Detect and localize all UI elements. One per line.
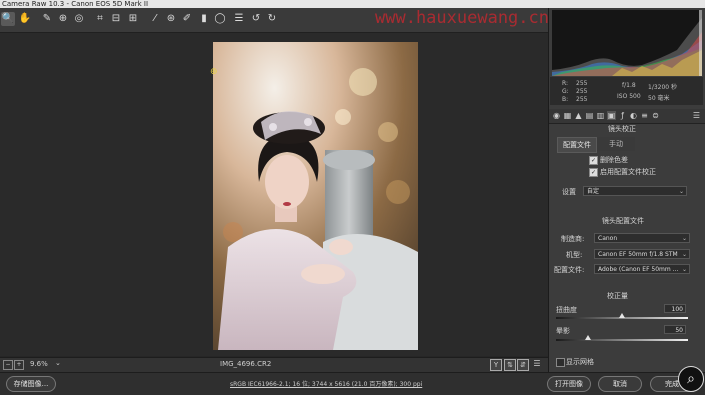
lens-profile-title: 镜头配置文件 bbox=[602, 217, 644, 225]
graduated-filter-icon[interactable]: ▮ bbox=[197, 12, 211, 26]
photo-preview[interactable] bbox=[213, 42, 418, 350]
split-toning-icon[interactable]: ▥ bbox=[596, 111, 605, 120]
copy-settings-icon[interactable]: ⇵ bbox=[517, 359, 529, 371]
vignette-slider-knob[interactable] bbox=[585, 335, 591, 340]
tone-curve-icon[interactable]: ▦ bbox=[563, 111, 572, 120]
effects-icon[interactable]: ƒ bbox=[618, 111, 627, 120]
histogram-info: R: 255 G: 255 B: 255 f/1.8 1/3200 秒 ISO … bbox=[550, 77, 703, 105]
rotate-right-icon[interactable]: ↻ bbox=[265, 12, 279, 26]
zoom-icon[interactable]: 🔍 bbox=[1, 12, 15, 26]
r-label: R: bbox=[562, 80, 569, 87]
model-value: Canon EF 50mm f/1.8 STM bbox=[598, 251, 678, 258]
enable-profile-label: 启用配置文件校正 bbox=[600, 168, 656, 176]
adjustment-brush-icon[interactable]: ✐ bbox=[180, 12, 194, 26]
crop-icon[interactable]: ⌗ bbox=[93, 12, 107, 26]
tab-profile[interactable]: 配置文件 bbox=[557, 137, 597, 153]
r-value: 255 bbox=[576, 80, 588, 87]
vignette-value[interactable]: 50 bbox=[664, 325, 686, 334]
calibration-icon[interactable]: ◐ bbox=[629, 111, 638, 120]
setup-select[interactable]: 自定 ⌄ bbox=[583, 186, 687, 196]
enable-profile-checkbox[interactable]: ✓ bbox=[589, 168, 598, 177]
make-value: Canon bbox=[598, 235, 618, 242]
g-label: G: bbox=[562, 88, 569, 95]
menu-icon[interactable]: ☰ bbox=[531, 359, 543, 369]
b-label: B: bbox=[562, 96, 569, 103]
aperture-value: f/1.8 bbox=[622, 82, 636, 89]
white-balance-icon[interactable]: ✎ bbox=[40, 12, 54, 26]
zoom-cursor-icon: ⊕ bbox=[210, 67, 218, 77]
window-title: Camera Raw 10.3 - Canon EOS 5D Mark II bbox=[0, 0, 705, 8]
status-bar: − + 9.6% ⌄ IMG_4696.CR2 Y ⇅ ⇵ ☰ bbox=[0, 357, 548, 372]
search-icon[interactable]: ⌕ bbox=[678, 366, 704, 392]
snapshots-icon[interactable]: ⊜ bbox=[651, 111, 660, 120]
lens-corrections-icon[interactable]: ▣ bbox=[607, 111, 616, 120]
iso-value: ISO 500 bbox=[617, 93, 641, 100]
distortion-slider-knob[interactable] bbox=[619, 313, 625, 318]
bottom-bar: 存储图像... sRGB IEC61966-2.1; 16 位; 3744 x … bbox=[0, 372, 705, 395]
vignette-label: 晕影 bbox=[556, 327, 570, 335]
panel-menu-icon[interactable]: ☰ bbox=[692, 111, 701, 120]
zoom-level[interactable]: 9.6% bbox=[30, 360, 48, 368]
g-value: 255 bbox=[576, 88, 588, 95]
focal-length-value: 50 毫米 bbox=[648, 95, 670, 102]
setup-value: 自定 bbox=[587, 188, 600, 195]
remove-ca-label: 删除色差 bbox=[600, 156, 628, 164]
hsl-icon[interactable]: ▤ bbox=[585, 111, 594, 120]
chevron-down-icon: ⌄ bbox=[678, 188, 684, 195]
rotate-left-icon[interactable]: ↺ bbox=[249, 12, 263, 26]
preferences-icon[interactable]: ☰ bbox=[232, 12, 246, 26]
file-name: IMG_4696.CR2 bbox=[220, 360, 272, 368]
model-select[interactable]: Canon EF 50mm f/1.8 STM ⌄ bbox=[594, 249, 690, 259]
remove-ca-checkbox[interactable]: ✓ bbox=[589, 156, 598, 165]
red-eye-icon[interactable]: ⊛ bbox=[164, 12, 178, 26]
show-grid-checkbox[interactable] bbox=[556, 358, 565, 367]
portrait-photo bbox=[213, 42, 418, 350]
presets-icon[interactable]: ≡ bbox=[640, 111, 649, 120]
panel-title: 镜头校正 bbox=[608, 125, 636, 133]
distortion-label: 扭曲度 bbox=[556, 306, 577, 314]
cancel-button[interactable]: 取消 bbox=[598, 376, 642, 392]
make-label: 制造商: bbox=[561, 235, 585, 243]
targeted-adjust-icon[interactable]: ◎ bbox=[72, 12, 86, 26]
chevron-down-icon: ⌄ bbox=[681, 266, 687, 273]
make-select[interactable]: Canon ⌄ bbox=[594, 233, 690, 243]
before-after-y-icon[interactable]: Y bbox=[490, 359, 502, 371]
correction-title: 校正量 bbox=[607, 292, 628, 300]
setup-label: 设置 bbox=[562, 188, 576, 196]
basic-panel-icon[interactable]: ◉ bbox=[552, 111, 561, 120]
b-value: 255 bbox=[576, 96, 588, 103]
histogram bbox=[552, 10, 702, 76]
straighten-icon[interactable]: ⊟ bbox=[109, 12, 123, 26]
histogram-graph bbox=[552, 10, 702, 76]
distortion-value[interactable]: 100 bbox=[664, 304, 686, 313]
color-sampler-icon[interactable]: ⊕ bbox=[56, 12, 70, 26]
open-image-button[interactable]: 打开图像 bbox=[547, 376, 591, 392]
chevron-down-icon: ⌄ bbox=[681, 235, 687, 242]
workflow-options-link[interactable]: sRGB IEC61966-2.1; 16 位; 3744 x 5616 (21… bbox=[230, 379, 422, 388]
vignette-slider[interactable] bbox=[556, 339, 688, 341]
zoom-in-icon[interactable]: + bbox=[14, 360, 24, 370]
model-label: 机型: bbox=[566, 251, 583, 259]
zoom-dropdown-icon[interactable]: ⌄ bbox=[55, 359, 61, 367]
profile-select[interactable]: Adobe (Canon EF 50mm ... ⌄ bbox=[594, 264, 690, 274]
chevron-down-icon: ⌄ bbox=[681, 251, 687, 258]
radial-filter-icon[interactable]: ◯ bbox=[213, 12, 227, 26]
zoom-out-icon[interactable]: − bbox=[3, 360, 13, 370]
tab-manual[interactable]: 手动 bbox=[597, 137, 635, 151]
spot-removal-icon[interactable]: ⁄ bbox=[148, 12, 162, 26]
show-grid-label: 显示网格 bbox=[566, 358, 594, 366]
save-image-button[interactable]: 存储图像... bbox=[6, 376, 56, 392]
transform-icon[interactable]: ⊞ bbox=[126, 12, 140, 26]
profile-label: 配置文件: bbox=[554, 266, 585, 274]
panel-tab-bar: ◉ ▦ ▲ ▤ ▥ ▣ ƒ ◐ ≡ ⊜ ☰ bbox=[549, 109, 705, 124]
hand-icon[interactable]: ✋ bbox=[18, 12, 32, 26]
shutter-value: 1/3200 秒 bbox=[648, 84, 678, 91]
detail-icon[interactable]: ▲ bbox=[574, 111, 583, 120]
swap-icon[interactable]: ⇅ bbox=[504, 359, 516, 371]
profile-value: Adobe (Canon EF 50mm ... bbox=[598, 266, 679, 273]
